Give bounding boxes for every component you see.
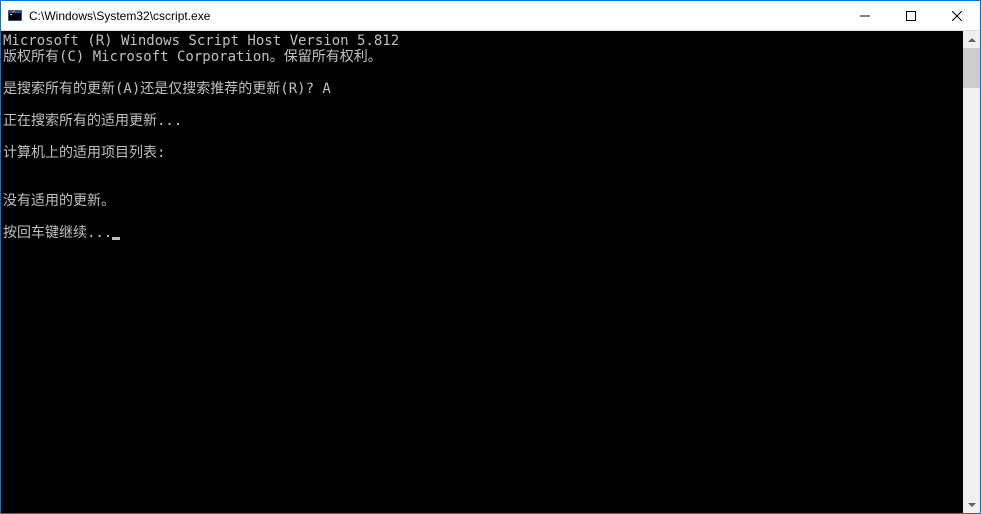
maximize-button[interactable] xyxy=(888,1,934,30)
cursor xyxy=(112,237,120,240)
minimize-button[interactable] xyxy=(842,1,888,30)
vertical-scrollbar[interactable] xyxy=(963,31,980,513)
console-line: 正在搜索所有的适用更新... xyxy=(3,113,963,129)
app-icon xyxy=(7,8,23,24)
console-line: 按回车键继续... xyxy=(3,225,963,241)
window-controls xyxy=(842,1,980,30)
console-line: Microsoft (R) Windows Script Host Versio… xyxy=(3,33,963,49)
console-line: 计算机上的适用项目列表: xyxy=(3,145,963,161)
console-line xyxy=(3,161,963,177)
close-button[interactable] xyxy=(934,1,980,30)
console-output[interactable]: Microsoft (R) Windows Script Host Versio… xyxy=(1,31,963,513)
scroll-up-button[interactable] xyxy=(963,31,980,48)
window-frame: C:\Windows\System32\cscript.exe Microsof… xyxy=(0,0,981,514)
console-line: 是搜索所有的更新(A)还是仅搜索推荐的更新(R)? A xyxy=(3,81,963,97)
console-line xyxy=(3,129,963,145)
window-title: C:\Windows\System32\cscript.exe xyxy=(29,9,842,23)
console-line: 版权所有(C) Microsoft Corporation。保留所有权利。 xyxy=(3,49,963,65)
scroll-down-button[interactable] xyxy=(963,496,980,513)
scroll-track[interactable] xyxy=(963,48,980,496)
client-area: Microsoft (R) Windows Script Host Versio… xyxy=(1,31,980,513)
scroll-thumb[interactable] xyxy=(963,48,980,88)
titlebar[interactable]: C:\Windows\System32\cscript.exe xyxy=(1,1,980,31)
console-line xyxy=(3,209,963,225)
console-line: 没有适用的更新。 xyxy=(3,193,963,209)
console-line xyxy=(3,97,963,113)
console-line xyxy=(3,65,963,81)
console-line xyxy=(3,177,963,193)
